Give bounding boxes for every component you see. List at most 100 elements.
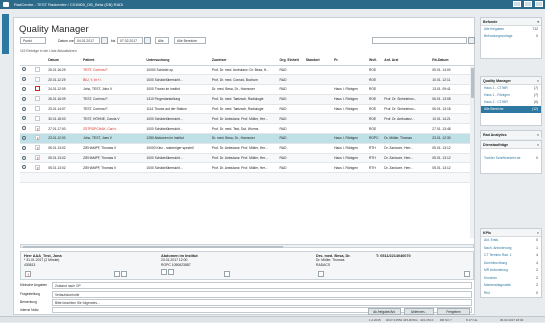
panel-item[interactable]: Durchleuchtung 4 (481, 260, 541, 268)
panel-item[interactable]: CT Termine Rad. 1 4 (481, 252, 541, 260)
search-input[interactable] (372, 37, 467, 44)
panel-item-selected[interactable]: Alle Bereiche (12) (481, 106, 541, 113)
col-header[interactable]: Wvll. (367, 56, 383, 66)
panel-item[interactable]: Knochen 2 (481, 275, 541, 283)
zoom-icon[interactable] (22, 126, 26, 131)
close-icon[interactable]: × (537, 229, 539, 237)
search-icon[interactable] (468, 37, 475, 44)
alert-flag-icon[interactable]: ! (25, 271, 31, 277)
flag-icon[interactable] (35, 106, 41, 112)
calendar-icon[interactable] (101, 37, 108, 44)
patient-name[interactable]: Herr AAA_Test, Jona (24, 254, 62, 258)
document-icon[interactable] (161, 269, 167, 275)
col-header[interactable] (20, 56, 34, 66)
col-header[interactable]: Rö-Datum (430, 56, 474, 66)
close-icon[interactable]: × (537, 131, 539, 139)
table-row[interactable]: 26.01.16:09 TEST, Corinna F. 1310 Fingerda… (20, 94, 474, 105)
table-row[interactable]: 27.01.17:00ZSTROPCHAK, Carl v.1000 Schäd… (20, 123, 474, 135)
zoom-icon[interactable] (22, 145, 26, 150)
table-horizontal-scrollbar[interactable] (20, 244, 474, 248)
panel-header[interactable]: KPIs × (481, 229, 541, 237)
all-select[interactable]: Alle (155, 37, 169, 44)
edit-referrer-icon[interactable] (318, 271, 324, 277)
alert-flag-icon[interactable] (35, 145, 41, 151)
col-header[interactable]: Standort (303, 56, 333, 66)
panel-item[interactable]: Mammadiagnostik 2 (481, 282, 541, 290)
col-header[interactable]: Org. Einheit (277, 56, 304, 66)
table-row[interactable]: 05.01.13:02ZIEHAMPF, Thomas V1000 Schäde… (20, 153, 474, 164)
forward-button[interactable]: Ak-freigabe/Anl. (368, 308, 401, 315)
panel-item[interactable]: Haus 2 - CT/MR (0) (481, 99, 541, 106)
zoom-icon[interactable] (22, 165, 26, 170)
side-tab-strip[interactable] (2, 14, 9, 54)
panel-item[interactable]: Befundungsvorlage 0 (481, 33, 541, 40)
flag-icon[interactable] (35, 115, 41, 121)
image-icon[interactable] (114, 271, 120, 277)
panel-item[interactable]: Akt. Erstk. 0 (481, 237, 541, 245)
table-row[interactable]: 23.01.12:00Joho, TEST, Joes V1280 Abdome… (20, 133, 474, 144)
col-header[interactable]: Anf. Arzt (382, 56, 431, 66)
panel-item[interactable]: Haus 1 - CT/MR (7) (481, 85, 541, 92)
zoom-icon[interactable] (22, 67, 26, 72)
close-icon[interactable]: × (537, 141, 539, 149)
date-to-field[interactable]: 07.02.2017 (117, 37, 143, 44)
zoom-icon[interactable] (22, 116, 26, 121)
panel-item[interactable]: Rhö 0 (481, 290, 541, 298)
table-row[interactable]: 25.01.16:29 TEST, Corinna F. 10000 Schädel… (20, 65, 474, 76)
table-row[interactable]: 30.01.18:03 TEST, HÖHNE, Carola V 1000 Sch… (20, 113, 474, 125)
panel-header[interactable]: Quality Manager × (481, 77, 541, 85)
alert-flag-icon[interactable] (35, 125, 41, 131)
remark-field[interactable]: Bitte beachten Sie folgendes... (52, 299, 472, 306)
col-header[interactable]: Zuweiser (209, 56, 278, 66)
col-header[interactable]: Datum (46, 56, 82, 66)
collapse-icon[interactable]: ▾ (537, 18, 539, 26)
calendar-icon[interactable] (144, 37, 151, 44)
col-header[interactable]: Untersuchung (144, 56, 210, 66)
table-row[interactable]: 05.01.13:02ZIEHAMPF, Thomas V10000 Kiez … (20, 143, 474, 154)
panel-item[interactable]: Tochter Schriftverkehr.de 0 (481, 155, 541, 162)
zoom-icon[interactable] (22, 135, 26, 140)
type-select[interactable]: Punkt (20, 37, 46, 44)
scroll-thumb[interactable] (23, 245, 283, 248)
zoom-icon[interactable] (22, 86, 26, 91)
approve-button[interactable]: Freigeben (437, 308, 470, 315)
panel-item[interactable]: Haus 1 - Röntgen (7) (481, 92, 541, 99)
panel-header[interactable]: Dienstaufträge × (481, 141, 541, 149)
zoom-icon[interactable] (22, 155, 26, 160)
table-row[interactable]: 20.01.12:29 BIU, Y, br.+/- 1000 Schädelübe… (20, 74, 474, 86)
date-from-field[interactable]: 04.01.2017 (74, 37, 100, 44)
reject-button[interactable]: Ablehnen... (404, 308, 434, 315)
flag-icon[interactable] (35, 76, 41, 82)
panel-item[interactable]: MR Anforderung 2 (481, 267, 541, 275)
col-header[interactable]: Patient (81, 56, 145, 66)
table-vertical-scrollbar[interactable] (470, 66, 474, 238)
panel-item[interactable]: Alle freigaben 712 (481, 26, 541, 33)
close-button[interactable] (535, 1, 543, 7)
info-icon[interactable] (168, 269, 174, 275)
flag-icon[interactable] (35, 66, 41, 72)
area-select[interactable]: Alle Bereiche (174, 37, 206, 44)
col-header[interactable] (33, 56, 47, 66)
question-field[interactable]: Verlaufskontrolle (52, 291, 472, 298)
zoom-icon[interactable] (22, 106, 26, 111)
edit-icon[interactable] (121, 271, 127, 277)
table-row[interactable]: 23.01.14:07 TEST, Corinna F. 1114 Thorax a… (20, 104, 474, 115)
edit-exam-icon[interactable] (224, 271, 230, 277)
alert-flag-icon[interactable] (35, 164, 41, 170)
table-row[interactable] (20, 172, 474, 184)
col-header[interactable]: Pr. (332, 56, 368, 66)
panel-header[interactable]: Rad Analytics × (481, 131, 541, 139)
scroll-thumb[interactable] (470, 68, 474, 98)
table-row[interactable]: 24.01.12:09 Joho, TEST, Joho V 1000 Thorax… (20, 84, 474, 95)
minimize-button[interactable] (513, 1, 521, 7)
table-row[interactable]: 05.01.13:02ZIEHAMPF, Thomas V1000 Schäde… (20, 162, 474, 174)
clinical-info-field[interactable]: Zustand nach OP (52, 282, 472, 289)
panel-item[interactable]: Nach. Anforderung 1 (481, 245, 541, 253)
panel-header[interactable]: Befunde ▾ (481, 18, 541, 26)
lock-icon[interactable] (35, 86, 41, 92)
close-icon[interactable]: × (537, 77, 539, 85)
zoom-icon[interactable] (22, 96, 26, 101)
edit-phone-icon[interactable] (464, 271, 470, 277)
alert-flag-icon[interactable] (35, 135, 41, 141)
zoom-icon[interactable] (22, 77, 26, 82)
